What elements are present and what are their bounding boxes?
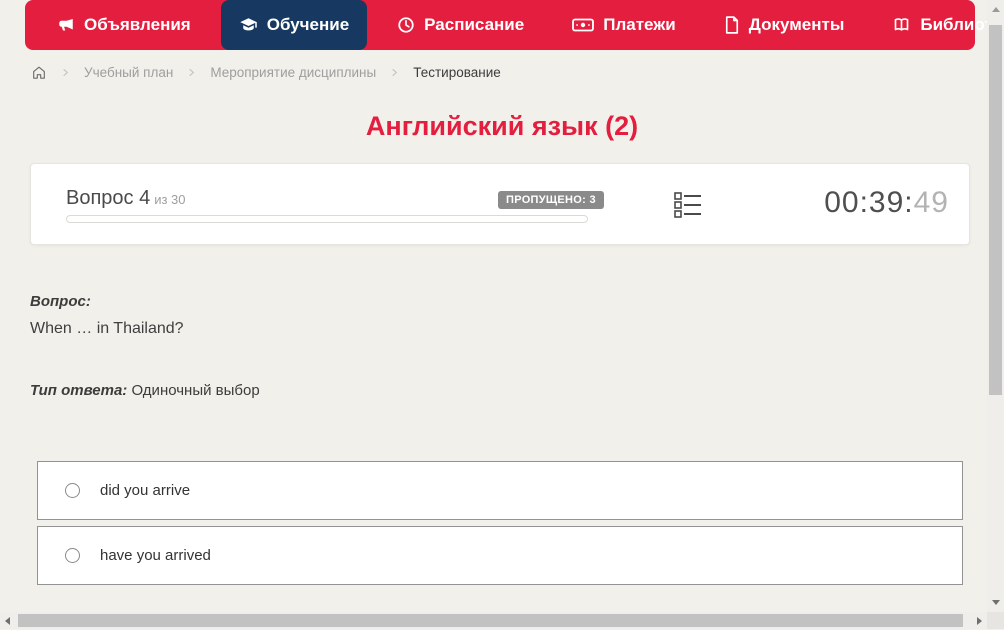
vertical-scrollbar[interactable]: [987, 0, 1004, 612]
answer-options: did you arrive have you arrived: [37, 461, 963, 591]
home-icon[interactable]: [31, 65, 47, 80]
nav-item-label: Платежи: [603, 15, 676, 34]
breadcrumb-discipline-events[interactable]: Мероприятие дисциплины: [210, 65, 376, 80]
clock-icon: [397, 16, 415, 34]
scrollbar-corner: [987, 612, 1004, 629]
banknote-icon: [572, 16, 595, 34]
question-header-card: Вопрос 4 из 30 ПРОПУЩЕНО: 3 00:39:49: [30, 163, 970, 245]
countdown-timer: 00:39:49: [824, 186, 949, 220]
question-number: Вопрос 4 из 30: [66, 187, 186, 210]
question-number-label: Вопрос 4: [66, 187, 151, 209]
question-of-total: из 30: [154, 192, 186, 207]
question-label: Вопрос:: [30, 293, 91, 310]
timer-hours-minutes: 00:39:: [824, 186, 914, 219]
scroll-right-arrow[interactable]: [977, 617, 982, 625]
nav-item-label: Обучение: [266, 15, 350, 34]
radio-button[interactable]: [65, 548, 80, 563]
horizontal-scrollbar[interactable]: [0, 612, 987, 629]
radio-button[interactable]: [65, 483, 80, 498]
question-list-icon: [673, 192, 703, 223]
scroll-down-arrow[interactable]: [992, 600, 1000, 605]
question-list-button[interactable]: [672, 190, 704, 220]
nav-item-learning[interactable]: Обучение: [220, 0, 368, 50]
breadcrumb-testing: Тестирование: [413, 64, 501, 80]
breadcrumb: Учебный план Мероприятие дисциплины Тест…: [31, 62, 501, 82]
chevron-right-icon: [389, 67, 400, 78]
answer-option[interactable]: did you arrive: [37, 461, 963, 520]
answer-option[interactable]: have you arrived: [37, 526, 963, 585]
question-text: When … in Thailand?: [30, 320, 184, 337]
chevron-right-icon: [60, 67, 71, 78]
nav-item-label: Документы: [748, 15, 845, 34]
vertical-scrollbar-thumb[interactable]: [989, 25, 1002, 395]
answer-type-value: Одиночный выбор: [131, 382, 260, 399]
main-navbar: Объявления Обучение Расписание Платежи Д…: [25, 0, 1004, 50]
breadcrumb-curriculum[interactable]: Учебный план: [84, 65, 173, 80]
nav-item-documents[interactable]: Документы: [706, 0, 863, 50]
page-title: Английский язык (2): [365, 111, 639, 141]
nav-item-announcements[interactable]: Объявления: [39, 0, 209, 50]
nav-item-library[interactable]: Библиотека: [874, 0, 1004, 50]
horizontal-scrollbar-thumb[interactable]: [18, 614, 963, 627]
skipped-badge: ПРОПУЩЕНО: 3: [498, 191, 604, 209]
timer-seconds: 49: [913, 186, 949, 219]
question-body: Вопрос: When … in Thailand? Тип ответа: …: [30, 293, 940, 399]
chevron-right-icon: [186, 67, 197, 78]
megaphone-icon: [57, 16, 75, 34]
book-icon: [892, 16, 911, 34]
test-page: Объявления Обучение Расписание Платежи Д…: [0, 0, 1004, 630]
nav-item-label: Расписание: [424, 15, 525, 34]
test-progress-bar: [66, 215, 588, 223]
answer-option-label: have you arrived: [100, 547, 211, 564]
nav-item-label: Объявления: [84, 15, 191, 34]
nav-item-payments[interactable]: Платежи: [554, 0, 694, 50]
answer-option-label: did you arrive: [100, 482, 191, 499]
answer-type-row: Тип ответа: Одиночный выбор: [30, 382, 940, 399]
document-icon: [724, 16, 740, 34]
graduation-cap-icon: [239, 16, 258, 34]
answer-type-label: Тип ответа:: [30, 382, 128, 399]
scroll-left-arrow[interactable]: [5, 617, 10, 625]
nav-item-schedule[interactable]: Расписание: [379, 0, 542, 50]
scroll-up-arrow[interactable]: [992, 7, 1000, 12]
